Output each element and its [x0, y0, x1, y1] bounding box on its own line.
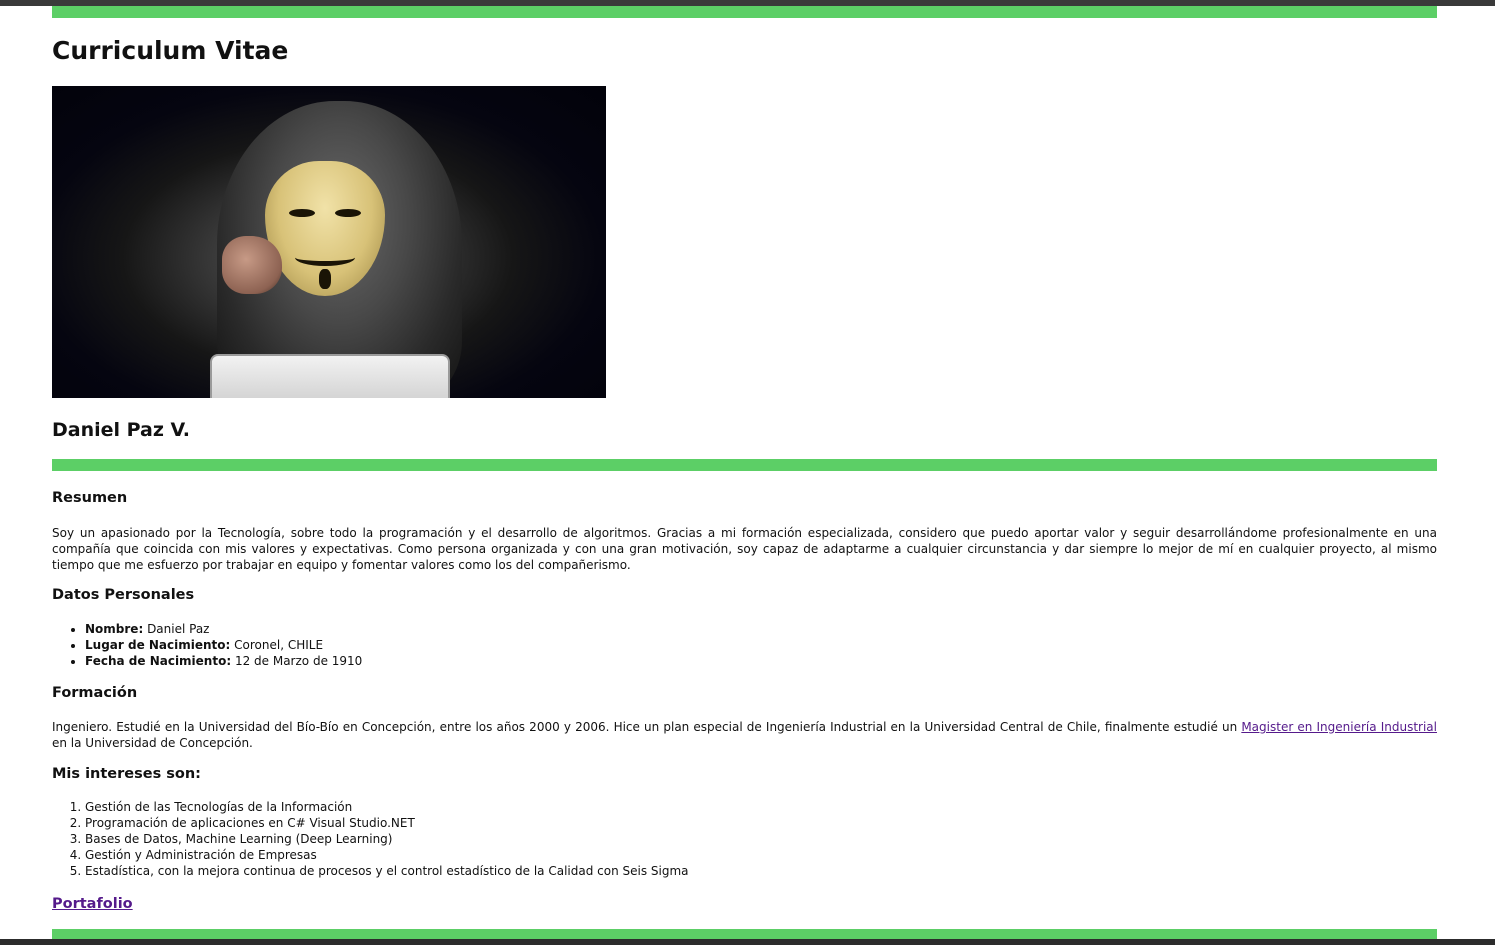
cv-container: Curriculum Vitae Daniel Paz V. Resumen S… [52, 6, 1437, 941]
profile-name: Daniel Paz V. [52, 419, 191, 441]
datos-value: Coronel, CHILE [230, 638, 324, 652]
formacion-text-after: en la Universidad de Concepción. [52, 736, 253, 750]
datos-list: Nombre: Daniel Paz Lugar de Nacimiento: … [52, 621, 362, 669]
list-item: Programación de aplicaciones en C# Visua… [85, 815, 689, 831]
mask-eye-right [335, 209, 361, 217]
resumen-text: Soy un apasionado por la Tecnología, sob… [52, 526, 1437, 572]
formacion-text-before: Ingeniero. Estudié en la Universidad del… [52, 720, 1242, 734]
middle-accent-bar [52, 459, 1437, 471]
datos-label: Fecha de Nacimiento: [85, 654, 232, 668]
datos-value: 12 de Marzo de 1910 [231, 654, 363, 668]
resumen-heading: Resumen [52, 490, 128, 506]
datos-value: Daniel Paz [143, 622, 210, 636]
list-item: Gestión y Administración de Empresas [85, 847, 689, 863]
browser-bottom-strip [0, 939, 1495, 945]
list-item: Bases de Datos, Machine Learning (Deep L… [85, 831, 689, 847]
magister-link[interactable]: Magister en Ingeniería Industrial [1241, 720, 1437, 734]
intereses-heading: Mis intereses son: [52, 766, 201, 782]
list-item: Gestión de las Tecnologías de la Informa… [85, 799, 689, 815]
laptop-shape [210, 354, 450, 398]
formacion-heading: Formación [52, 685, 138, 701]
list-item: Estadística, con la mejora continua de p… [85, 863, 689, 879]
list-item: Fecha de Nacimiento: 12 de Marzo de 1910 [85, 653, 362, 669]
pointing-hand-shape [222, 236, 282, 294]
page-title: Curriculum Vitae [52, 36, 289, 65]
top-accent-bar [52, 6, 1437, 18]
portfolio-link[interactable]: Portafolio [52, 896, 133, 912]
mask-goatee [319, 269, 331, 289]
datos-heading: Datos Personales [52, 587, 195, 603]
list-item: Nombre: Daniel Paz [85, 621, 362, 637]
datos-label: Lugar de Nacimiento: [85, 638, 231, 652]
profile-photo [52, 86, 606, 398]
list-item: Lugar de Nacimiento: Coronel, CHILE [85, 637, 362, 653]
mask-mustache [295, 249, 355, 266]
intereses-list: Gestión de las Tecnologías de la Informa… [52, 799, 689, 879]
datos-label: Nombre: [85, 622, 144, 636]
formacion-text: Ingeniero. Estudié en la Universidad del… [52, 719, 1437, 751]
mask-eye-left [289, 209, 315, 217]
